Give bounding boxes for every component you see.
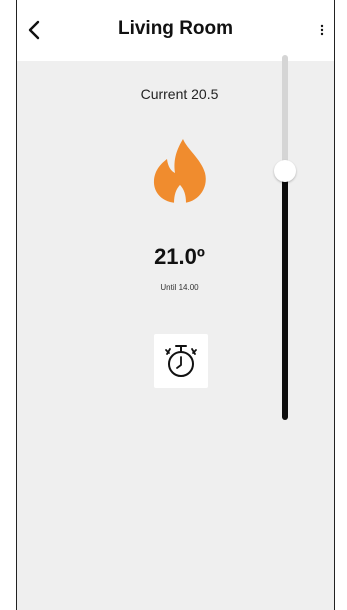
chevron-left-icon <box>28 20 40 40</box>
more-options-button[interactable] <box>314 16 330 44</box>
page-title: Living Room <box>117 18 234 39</box>
thermostat-screen: Living Room Current 20.5 21.0º Until 14.… <box>0 0 347 610</box>
stopwatch-icon <box>165 345 197 377</box>
schedule-until: Until 14.00 <box>160 283 199 292</box>
slider-thumb[interactable] <box>274 160 296 182</box>
thermostat-panel: Current 20.5 21.0º Until 14.00 <box>17 55 334 610</box>
setpoint-temperature: 21.0º <box>154 244 205 269</box>
current-temperature: Current 20.5 <box>140 86 219 102</box>
timer-button[interactable] <box>154 334 208 388</box>
slider-track-active <box>282 171 288 420</box>
frame-border-right <box>334 0 335 610</box>
temperature-slider[interactable] <box>272 55 302 431</box>
header-bar: Living Room <box>17 0 334 61</box>
slider-track-inactive <box>282 55 288 171</box>
vertical-dots-icon <box>320 24 324 36</box>
back-button[interactable] <box>21 14 49 46</box>
flame-icon <box>153 139 206 203</box>
